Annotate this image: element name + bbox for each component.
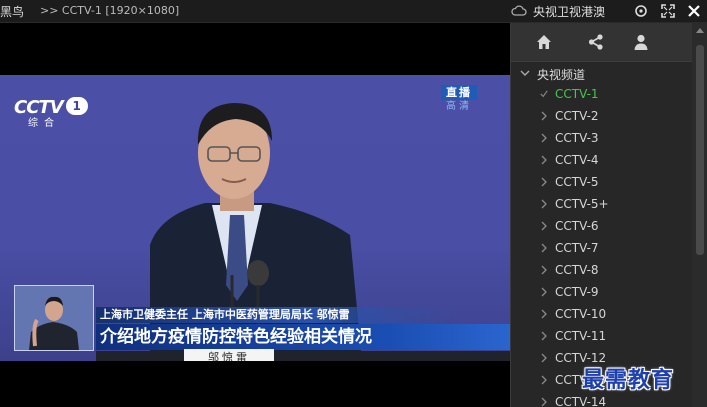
chevron-right-icon xyxy=(541,353,547,363)
channel-item-cctv-10[interactable]: CCTV-10 xyxy=(511,303,692,325)
watermark-logo: 最需教育 xyxy=(582,367,675,393)
speaker-caption: 上海市卫健委主任 上海市中医药管理局局长 邬惊雷 xyxy=(96,307,460,323)
scroll-thumb[interactable] xyxy=(696,45,704,255)
channel-list: 央视频道 CCTV-1 CCTV-2 CCTV-3 CCTV-4 CCTV-5 … xyxy=(511,63,692,407)
chevron-right-icon xyxy=(541,397,547,407)
user-icon[interactable] xyxy=(632,33,650,51)
panel-tabs xyxy=(511,23,692,62)
app-name: 黑鸟 xyxy=(0,5,25,19)
channel-item-cctv-6[interactable]: CCTV-6 xyxy=(511,215,692,237)
channel-panel: 央视频道 CCTV-1 CCTV-2 CCTV-3 CCTV-4 CCTV-5 … xyxy=(510,23,707,407)
channel-item-cctv-11[interactable]: CCTV-11 xyxy=(511,325,692,347)
chevron-right-icon xyxy=(541,265,547,275)
chevron-down-icon xyxy=(520,70,530,76)
chevron-right-icon xyxy=(541,221,547,231)
topic-caption: 介绍地方疫情防控特色经验相关情况 xyxy=(96,324,510,350)
channel-category-title: 央视卫视港澳 xyxy=(533,5,606,19)
chevron-right-icon xyxy=(541,111,547,121)
channel-item-cctv-4[interactable]: CCTV-4 xyxy=(511,149,692,171)
title-bar: 黑鸟 >> CCTV-1 [1920×1080] 央视卫视港澳 xyxy=(0,0,707,23)
chevron-right-icon xyxy=(541,309,547,319)
cctv-logo: CCTV 1 综合 xyxy=(14,97,88,129)
hd-badge: 高清 xyxy=(446,101,472,112)
channel-group-header[interactable]: 央视频道 xyxy=(511,65,692,83)
channel-item-cctv-5plus[interactable]: CCTV-5+ xyxy=(511,193,692,215)
pin-icon[interactable] xyxy=(633,3,649,19)
chevron-right-icon xyxy=(541,155,547,165)
chevron-right-icon xyxy=(541,375,547,385)
chevron-right-icon xyxy=(541,331,547,341)
home-icon[interactable] xyxy=(535,33,553,51)
desk-nameplate: 邬惊雷 xyxy=(184,349,274,361)
scroll-up-arrow-icon[interactable] xyxy=(696,27,704,35)
chevron-right-icon xyxy=(541,177,547,187)
cloud-icon[interactable] xyxy=(511,4,527,18)
live-badge: 直播 xyxy=(441,85,477,100)
chevron-right-icon xyxy=(541,243,547,253)
sign-language-inset xyxy=(14,285,94,351)
chevron-right-icon xyxy=(541,133,547,143)
check-icon xyxy=(540,90,548,98)
sign-interpreter-figure xyxy=(15,286,93,350)
channel-list-scrollbar[interactable] xyxy=(692,23,707,407)
video-frame: CCTV 1 综合 直播 高清 上海市卫健委主任 上海市中医药管理局局长 邬惊雷 … xyxy=(0,75,510,361)
channel-item-cctv-9[interactable]: CCTV-9 xyxy=(511,281,692,303)
chevron-right-icon xyxy=(541,287,547,297)
close-icon[interactable] xyxy=(686,3,702,19)
now-playing-info: >> CCTV-1 [1920×1080] xyxy=(40,4,180,17)
fullscreen-icon[interactable] xyxy=(660,3,676,19)
channel-item-cctv-2[interactable]: CCTV-2 xyxy=(511,105,692,127)
channel-item-cctv-3[interactable]: CCTV-3 xyxy=(511,127,692,149)
channel-item-cctv-1[interactable]: CCTV-1 xyxy=(511,83,692,105)
share-icon[interactable] xyxy=(587,33,605,51)
video-player[interactable]: CCTV 1 综合 直播 高清 上海市卫健委主任 上海市中医药管理局局长 邬惊雷 … xyxy=(0,23,510,407)
channel-item-cctv-7[interactable]: CCTV-7 xyxy=(511,237,692,259)
channel-item-cctv-8[interactable]: CCTV-8 xyxy=(511,259,692,281)
chevron-right-icon xyxy=(541,199,547,209)
channel-item-cctv-5[interactable]: CCTV-5 xyxy=(511,171,692,193)
